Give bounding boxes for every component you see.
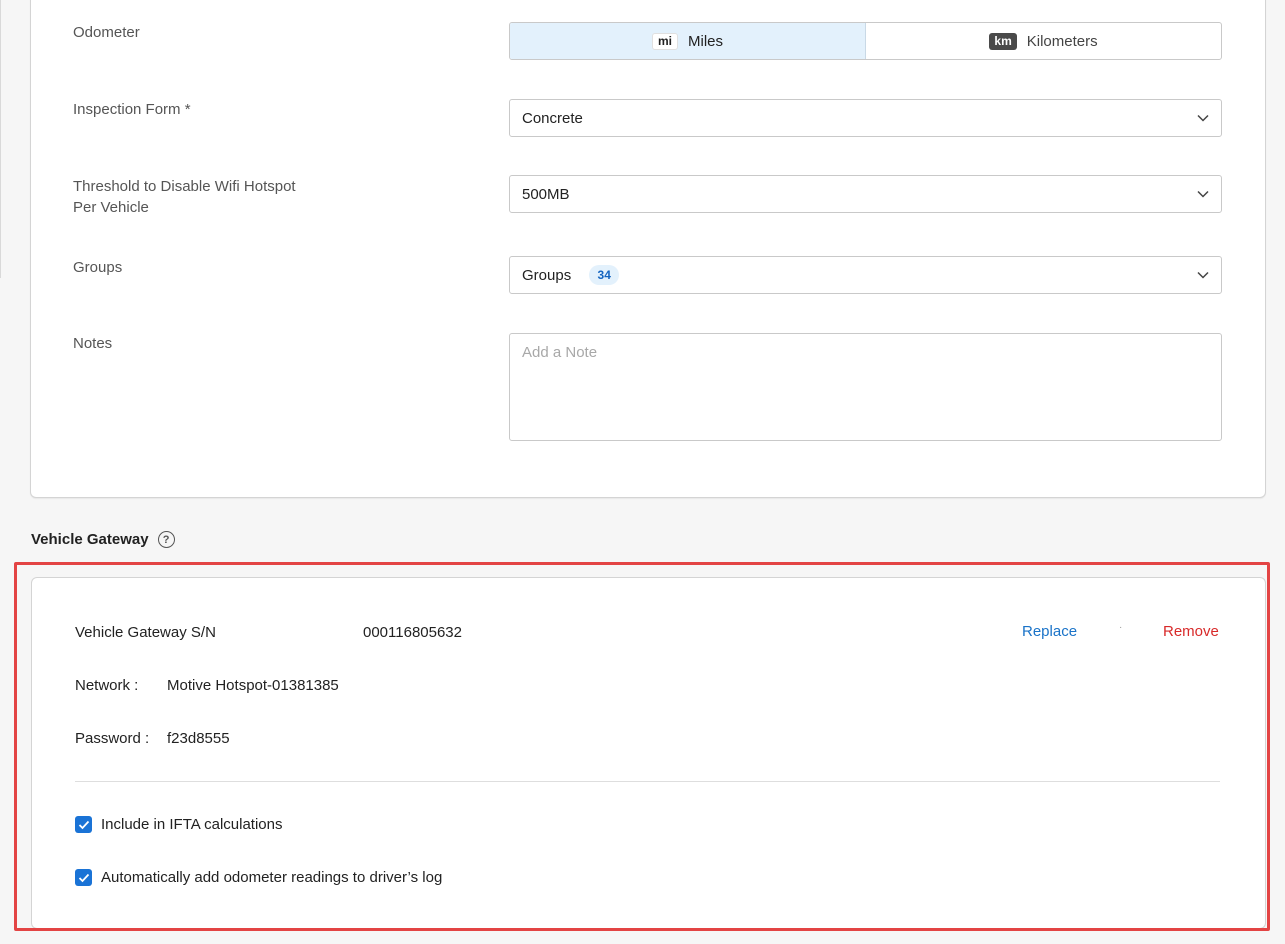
groups-label: Groups: [73, 259, 123, 276]
left-panel-edge: [0, 0, 1, 278]
odometer-label: Odometer: [73, 24, 140, 41]
checkmark-icon: [78, 820, 89, 829]
question-circle-icon[interactable]: ?: [157, 531, 175, 548]
groups-count-badge: 34: [589, 265, 620, 285]
password-value: f23d8555: [167, 730, 230, 747]
network-value: Motive Hotspot-01381385: [167, 677, 339, 694]
wifi-threshold-label-line1: Threshold to Disable Wifi Hotspot: [73, 178, 296, 195]
wifi-threshold-value: 500MB: [522, 185, 570, 203]
inspection-form-label: Inspection Form *: [73, 101, 191, 118]
kilometers-label: Kilometers: [1026, 32, 1098, 50]
network-label: Network :: [75, 677, 139, 694]
wifi-threshold-label-line2: Per Vehicle: [73, 199, 149, 216]
odometer-unit-toggle: mi Miles km Kilometers: [509, 22, 1222, 60]
inspection-form-value: Concrete: [522, 109, 583, 127]
chevron-down-icon: [1197, 190, 1209, 198]
link-separator: ·: [1119, 622, 1123, 633]
chevron-down-icon: [1197, 271, 1209, 279]
gateway-serial-value: 000116805632: [363, 624, 462, 641]
groups-select[interactable]: Groups 34: [509, 256, 1222, 294]
auto-odometer-checkbox-row[interactable]: Automatically add odometer readings to d…: [75, 869, 442, 886]
odometer-option-miles[interactable]: mi Miles: [510, 23, 866, 59]
vehicle-gateway-heading: Vehicle Gateway ?: [31, 531, 175, 548]
kilometers-badge-icon: km: [989, 32, 1017, 50]
remove-link[interactable]: Remove: [1163, 623, 1219, 640]
notes-label: Notes: [73, 335, 113, 352]
wifi-threshold-label: Threshold to Disable Wifi Hotspot Per Ve…: [73, 176, 296, 218]
ifta-checkbox-row[interactable]: Include in IFTA calculations: [75, 816, 282, 833]
vehicle-gateway-title: Vehicle Gateway: [31, 531, 149, 548]
miles-label: Miles: [688, 32, 724, 50]
auto-odometer-checkbox-label: Automatically add odometer readings to d…: [101, 869, 443, 886]
password-label: Password :: [75, 730, 150, 747]
wifi-threshold-select[interactable]: 500MB: [509, 175, 1222, 213]
gateway-serial-label: Vehicle Gateway S/N: [75, 624, 216, 641]
ifta-checkbox[interactable]: [75, 816, 92, 833]
checkmark-icon: [78, 873, 89, 882]
chevron-down-icon: [1197, 114, 1209, 122]
section-divider: [75, 781, 1220, 782]
miles-badge-icon: mi: [651, 32, 678, 50]
auto-odometer-checkbox[interactable]: [75, 869, 92, 886]
notes-textarea[interactable]: [509, 333, 1222, 441]
odometer-option-kilometers[interactable]: km Kilometers: [866, 23, 1221, 59]
inspection-form-select[interactable]: Concrete: [509, 99, 1222, 137]
replace-link[interactable]: Replace: [1022, 623, 1077, 640]
groups-value: Groups: [522, 266, 572, 284]
ifta-checkbox-label: Include in IFTA calculations: [101, 816, 283, 833]
